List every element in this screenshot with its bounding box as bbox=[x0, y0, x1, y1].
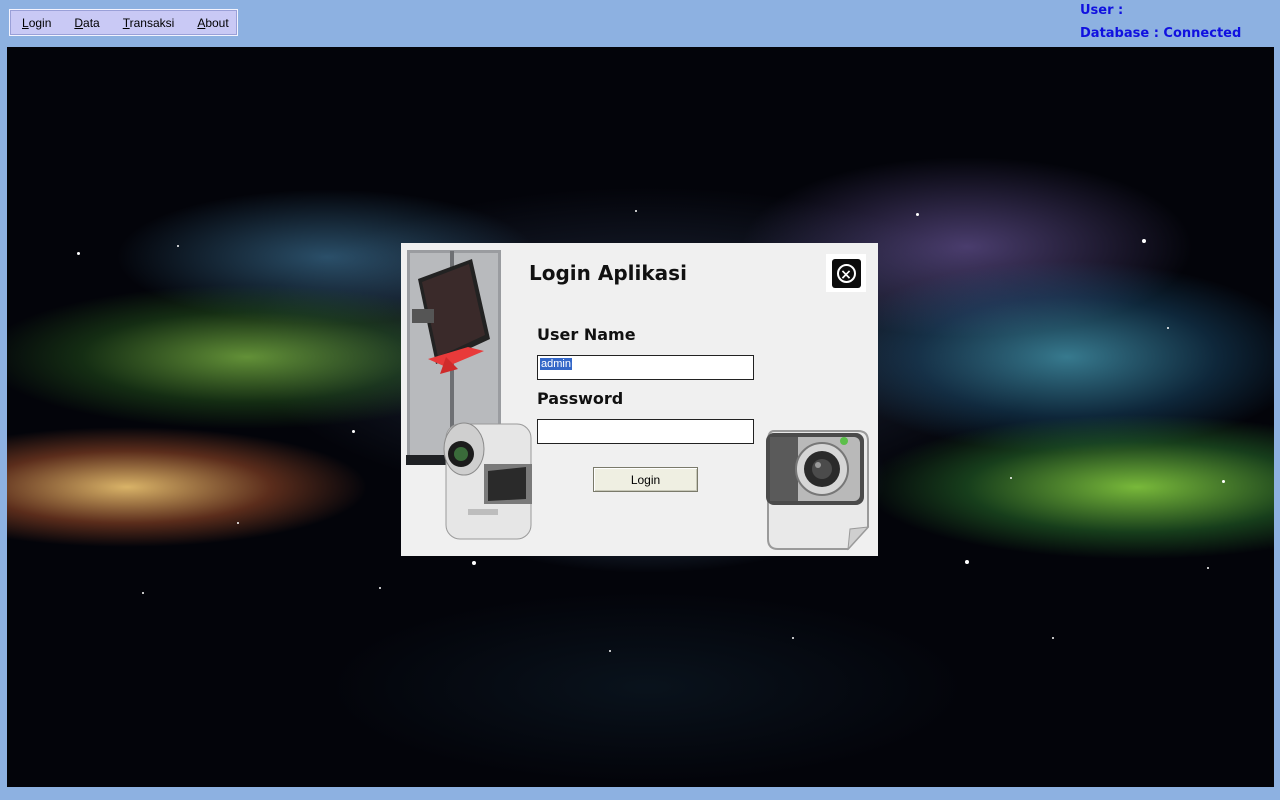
login-button[interactable]: Login bbox=[593, 467, 698, 492]
close-icon: × bbox=[831, 258, 861, 288]
password-input[interactable] bbox=[537, 419, 754, 444]
username-input[interactable]: admin bbox=[537, 355, 754, 380]
database-status: Database : Connected bbox=[1080, 26, 1242, 41]
password-label: Password bbox=[537, 389, 624, 408]
appliances-illustration bbox=[406, 250, 532, 540]
menu-login[interactable]: Login bbox=[22, 16, 51, 30]
username-label: User Name bbox=[537, 325, 636, 344]
camera-illustration bbox=[766, 430, 870, 551]
menu-transaksi-label: Transaksi bbox=[122, 15, 175, 30]
close-button[interactable]: × bbox=[826, 254, 866, 292]
login-dialog: Login Aplikasi × User Name admin Passwor… bbox=[401, 243, 878, 556]
dialog-title: Login Aplikasi bbox=[529, 261, 687, 285]
menu-login-label: Login bbox=[22, 15, 52, 30]
user-status: User : bbox=[1080, 3, 1124, 18]
login-button-label: Login bbox=[630, 472, 661, 487]
menu-about[interactable]: About bbox=[197, 16, 228, 30]
menu-data-label: Data bbox=[74, 15, 100, 30]
menu-bar: Login Data Transaksi About bbox=[9, 9, 238, 36]
menu-about-label: About bbox=[197, 15, 229, 30]
menu-transaksi[interactable]: Transaksi bbox=[123, 16, 175, 30]
menu-data[interactable]: Data bbox=[74, 16, 99, 30]
username-value: admin bbox=[540, 358, 572, 370]
